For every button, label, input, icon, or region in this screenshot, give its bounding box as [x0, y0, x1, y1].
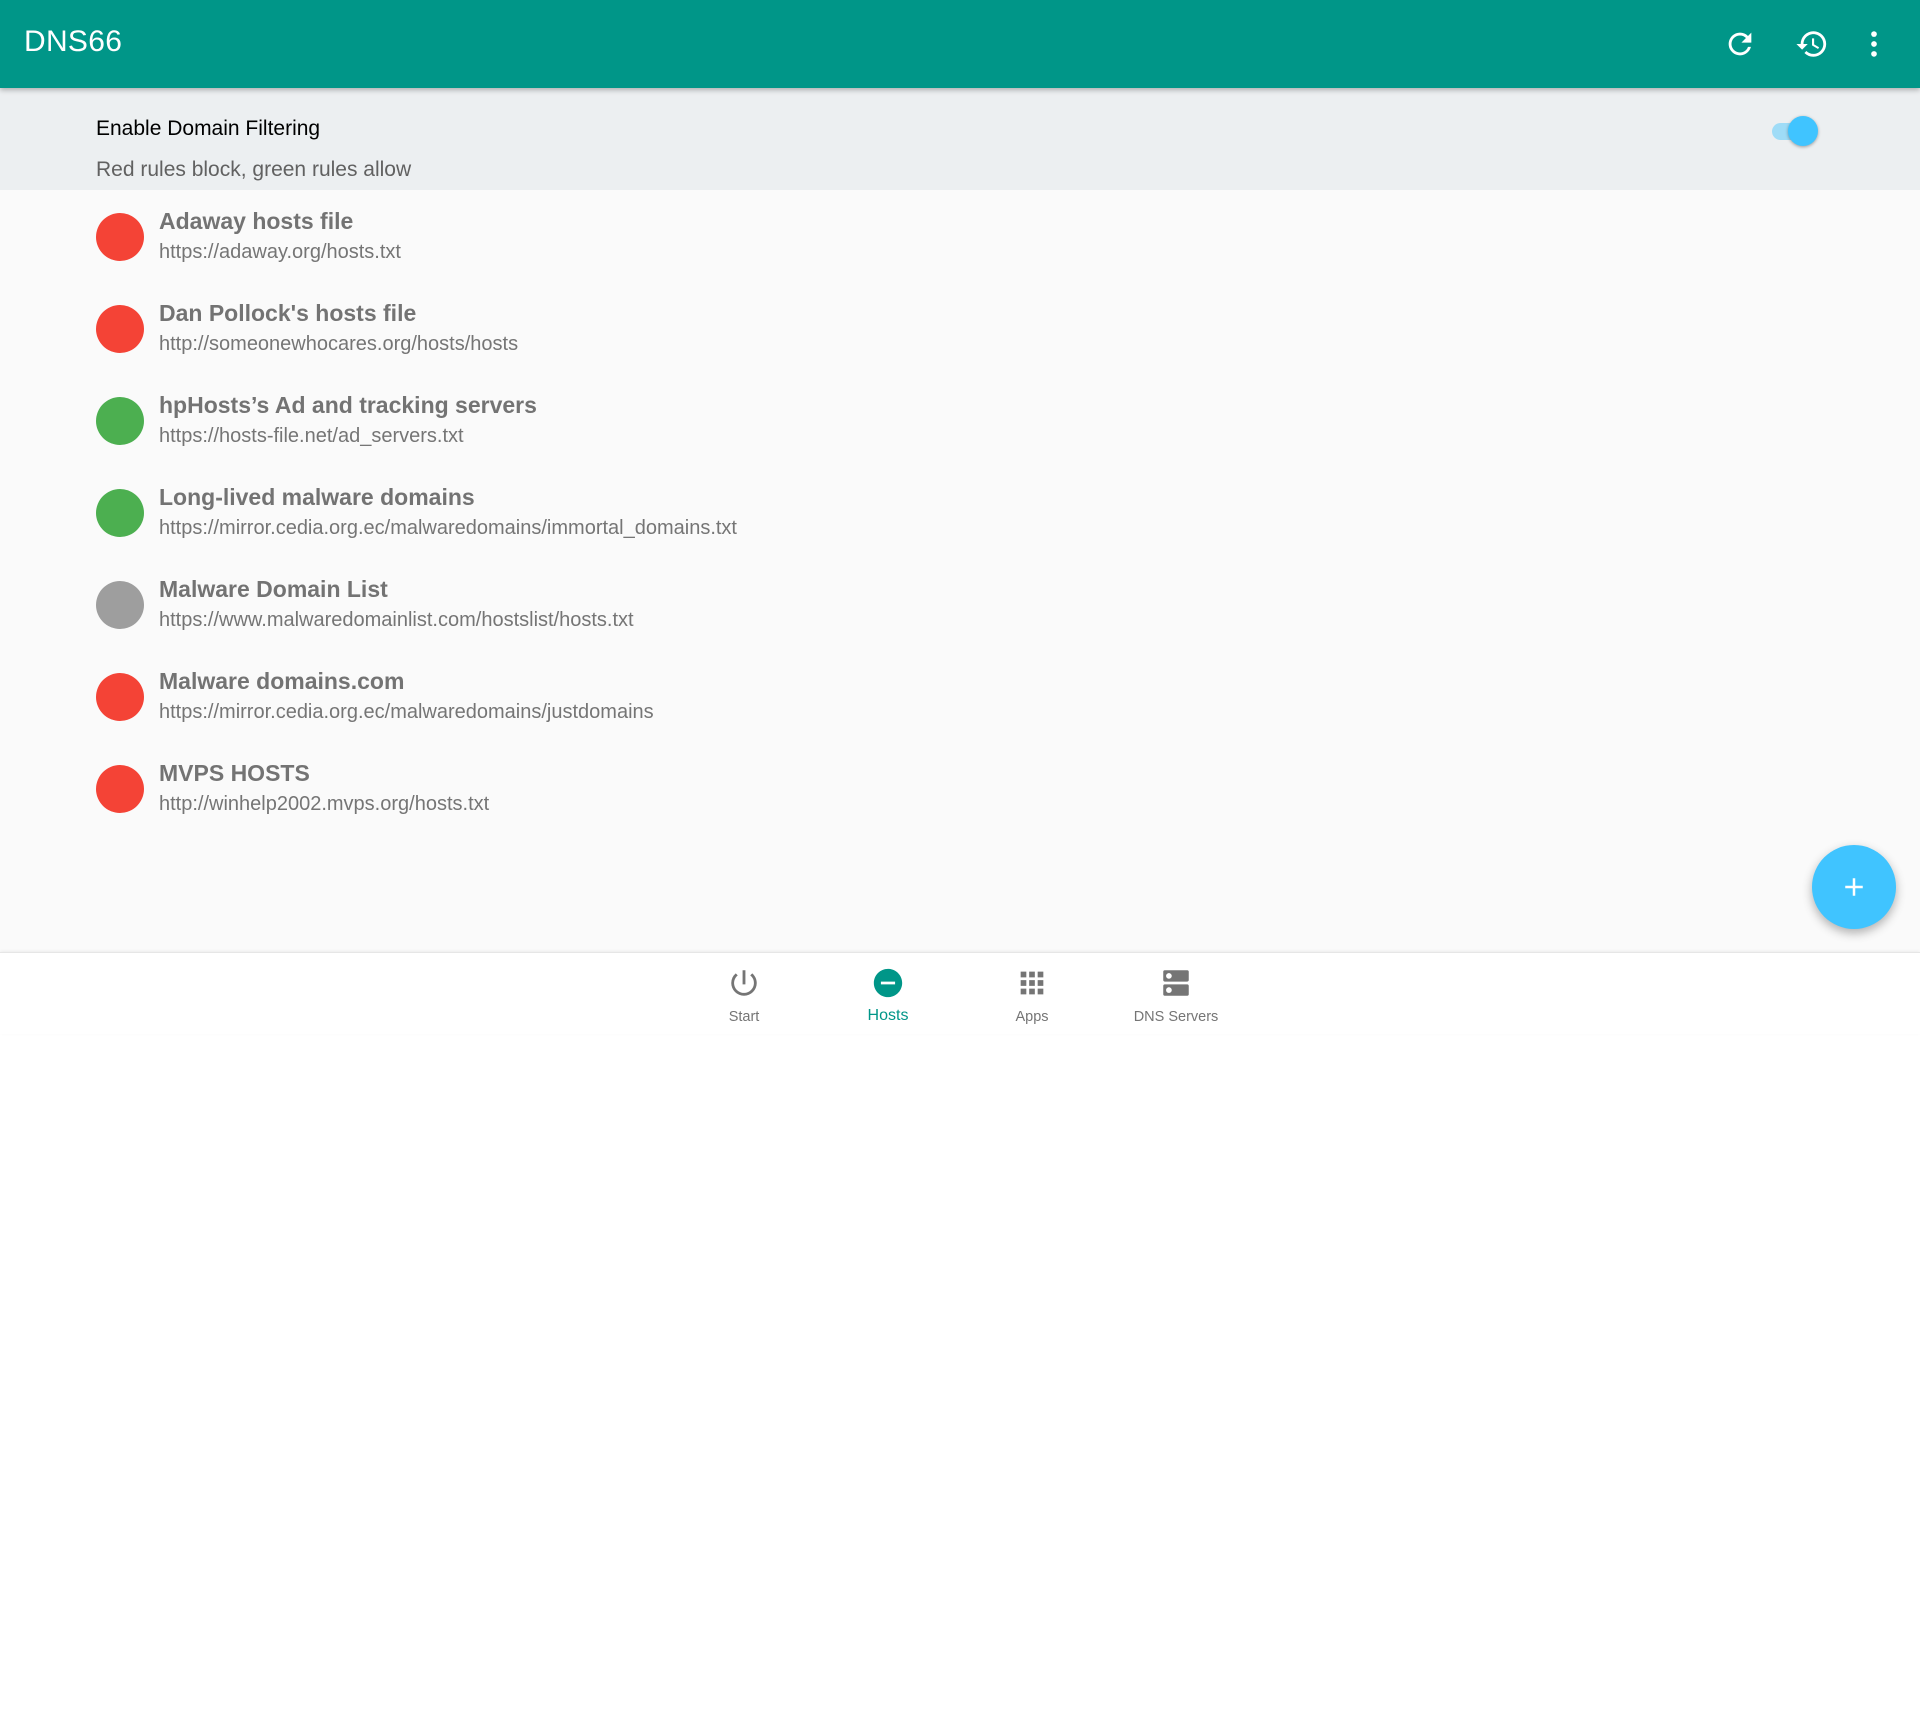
- filter-subtitle: Red rules block, green rules allow: [96, 158, 412, 181]
- remove-circle-icon: [870, 965, 906, 1001]
- host-state-dot[interactable]: [96, 765, 144, 813]
- host-url: https://mirror.cedia.org.ec/malwaredomai…: [159, 517, 737, 539]
- host-item-malware-domains-com[interactable]: Malware domains.com https://mirror.cedia…: [0, 650, 1920, 742]
- power-icon: [726, 965, 762, 1001]
- host-title: Dan Pollock's hosts file: [159, 300, 417, 326]
- refresh-button[interactable]: [1712, 16, 1768, 72]
- host-url: http://someonewhocares.org/hosts/hosts: [159, 333, 519, 355]
- host-url: http://winhelp2002.mvps.org/hosts.txt: [159, 793, 490, 815]
- host-item-hphosts[interactable]: hpHosts’s Ad and tracking servers https:…: [0, 374, 1920, 466]
- add-host-button[interactable]: [1812, 845, 1896, 929]
- app-bar: DNS66: [0, 0, 1920, 88]
- filter-title: Enable Domain Filtering: [96, 117, 321, 140]
- host-item-malware-domain-list[interactable]: Malware Domain List https://www.malwared…: [0, 558, 1920, 650]
- host-item-dan-pollock[interactable]: Dan Pollock's hosts file http://someonew…: [0, 282, 1920, 374]
- host-url: https://mirror.cedia.org.ec/malwaredomai…: [159, 701, 654, 723]
- history-icon: [1796, 31, 1827, 57]
- nav-label: Hosts: [867, 1007, 909, 1024]
- host-title: hpHosts’s Ad and tracking servers: [159, 392, 537, 418]
- host-url: https://hosts-file.net/ad_servers.txt: [159, 425, 464, 447]
- hosts-list: Adaway hosts file https://adaway.org/hos…: [0, 190, 1920, 952]
- more-vert-icon: [1871, 31, 1877, 57]
- host-title: Adaway hosts file: [159, 208, 354, 234]
- nav-item-apps[interactable]: Apps: [962, 953, 1102, 1035]
- host-state-dot[interactable]: [96, 213, 144, 261]
- host-item-mvps-hosts[interactable]: MVPS HOSTS http://winhelp2002.mvps.org/h…: [0, 742, 1920, 834]
- switch-thumb: [1788, 116, 1818, 146]
- host-state-dot[interactable]: [96, 397, 144, 445]
- host-state-dot[interactable]: [96, 581, 144, 629]
- nav-label: DNS Servers: [1133, 1009, 1219, 1025]
- plus-icon: [1845, 878, 1863, 896]
- host-title: Malware domains.com: [159, 668, 405, 694]
- host-title: Malware Domain List: [159, 576, 388, 602]
- apps-grid-icon: [1014, 965, 1050, 1001]
- app-title: DNS66: [24, 25, 123, 58]
- host-state-dot[interactable]: [96, 305, 144, 353]
- host-title: Long-lived malware domains: [159, 484, 475, 510]
- refresh-icon: [1728, 32, 1752, 56]
- host-state-dot[interactable]: [96, 673, 144, 721]
- host-item-adaway[interactable]: Adaway hosts file https://adaway.org/hos…: [0, 190, 1920, 282]
- host-url: https://adaway.org/hosts.txt: [159, 241, 401, 263]
- nav-label: Start: [728, 1009, 760, 1025]
- host-title: MVPS HOSTS: [159, 760, 310, 786]
- enable-filtering-switch[interactable]: [1770, 116, 1820, 146]
- host-item-long-lived-malware[interactable]: Long-lived malware domains https://mirro…: [0, 466, 1920, 558]
- filter-header: Enable Domain Filtering Red rules block,…: [0, 88, 1920, 190]
- bottom-navigation: Start Hosts Apps DNS Servers: [0, 952, 1920, 1034]
- nav-item-dns-servers[interactable]: DNS Servers: [1106, 953, 1246, 1035]
- nav-item-start[interactable]: Start: [674, 953, 814, 1035]
- nav-item-hosts[interactable]: Hosts: [818, 953, 958, 1035]
- host-state-dot[interactable]: [96, 489, 144, 537]
- dns-servers-icon: [1158, 965, 1194, 1001]
- host-url: https://www.malwaredomainlist.com/hostsl…: [159, 609, 634, 631]
- more-options-button[interactable]: [1846, 16, 1902, 72]
- history-button[interactable]: [1784, 16, 1840, 72]
- nav-label: Apps: [1015, 1009, 1049, 1025]
